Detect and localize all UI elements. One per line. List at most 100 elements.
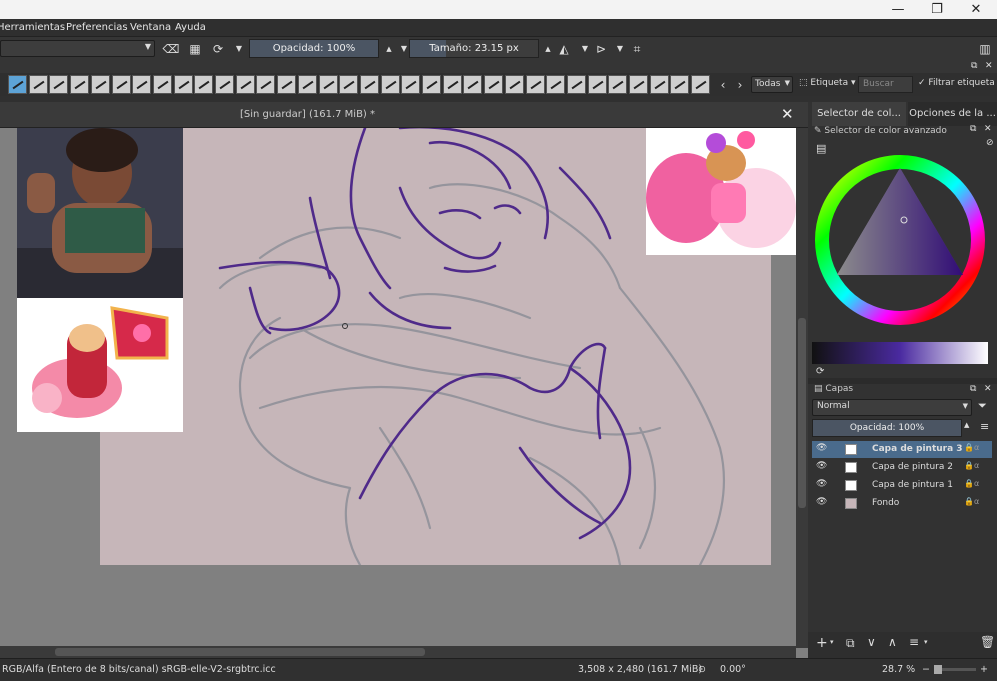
brush-preset-icon[interactable] (111, 75, 131, 94)
color-wheel[interactable] (812, 152, 988, 328)
reset-icon[interactable]: ⟳ (209, 40, 227, 58)
brush-preset-combo[interactable]: ▼ (0, 40, 155, 57)
menu-ayuda[interactable]: Ayuda (175, 22, 206, 33)
brush-preset-icon[interactable] (173, 75, 193, 94)
layer-properties-icon[interactable]: ≡ (909, 635, 919, 649)
float-icon[interactable]: ⧉ (970, 124, 976, 134)
brush-preset-icon[interactable] (546, 75, 566, 94)
filter-tag-checkbox[interactable]: ✓ Filtrar etiqueta (918, 78, 995, 88)
brush-preset-icon[interactable] (132, 75, 152, 94)
brush-preset-icon[interactable] (277, 75, 297, 94)
reference-character-pink[interactable] (646, 128, 796, 255)
brush-preset-icon[interactable] (70, 75, 90, 94)
brush-preset-icon[interactable] (235, 75, 255, 94)
opacity-stepper-icon[interactable]: ▲ (964, 421, 969, 429)
layer-opacity-slider[interactable]: Opacidad: 100% (812, 419, 962, 437)
menu-ventana[interactable]: Ventana (130, 22, 171, 33)
filter-icon[interactable]: ⏷ (978, 399, 987, 413)
chevron-right-icon[interactable]: › (731, 76, 749, 94)
lock-icon[interactable]: 🔒α (964, 479, 979, 488)
blend-mode-combo[interactable]: Normal ▼ (812, 399, 972, 416)
minimize-icon[interactable]: — (878, 0, 918, 19)
tab-color-selector[interactable]: Selector de col... (812, 102, 906, 126)
brush-preset-icon[interactable] (442, 75, 462, 94)
zoom-in-icon[interactable]: + (980, 664, 988, 675)
brush-preset-icon[interactable] (256, 75, 276, 94)
layer-row[interactable]: 👁 Capa de pintura 1 🔒α (812, 477, 992, 494)
brush-preset-icon[interactable] (152, 75, 172, 94)
brush-preset-icon[interactable] (463, 75, 483, 94)
close-icon[interactable]: ✕ (984, 384, 992, 394)
preserve-alpha-icon[interactable]: ▦ (186, 40, 204, 58)
reference-photo[interactable] (17, 128, 183, 298)
tab-tool-options[interactable]: Opciones de la ... (908, 102, 997, 126)
chevron-down-icon[interactable]: ▼ (611, 40, 629, 58)
chevron-down-icon[interactable]: ▾ (830, 638, 834, 646)
zoom-slider-handle[interactable] (934, 665, 942, 674)
document-tab[interactable]: [Sin guardar] (161.7 MiB) * ✕ (0, 102, 808, 128)
canvas-area[interactable]: [Sin guardar] (161.7 MiB) * ✕ (0, 102, 808, 658)
move-layer-down-icon[interactable]: ∨ (867, 635, 876, 649)
horizontal-scrollbar[interactable] (0, 646, 796, 658)
eraser-icon[interactable]: ⌫ (162, 40, 180, 58)
mirror-horizontal-icon[interactable]: ◭ (555, 40, 573, 58)
chevron-down-icon[interactable]: ▾ (924, 638, 928, 646)
mirror-vertical-icon[interactable]: ⊳ (592, 40, 610, 58)
visibility-icon[interactable]: 👁 (816, 443, 827, 453)
brush-preset-icon[interactable] (525, 75, 545, 94)
search-input[interactable]: Buscar (858, 76, 913, 93)
color-settings-icon[interactable]: ⊘ (986, 138, 994, 148)
delete-layer-icon[interactable]: 🗑 (980, 635, 995, 649)
menu-herramientas[interactable]: Herramientas (0, 22, 65, 33)
brush-preset-icon[interactable] (670, 75, 690, 94)
brush-preset-icon[interactable] (380, 75, 400, 94)
brush-preset-icon[interactable] (49, 75, 69, 94)
vertical-scrollbar[interactable] (796, 128, 808, 648)
zoom-out-icon[interactable]: − (922, 664, 930, 675)
brush-preset-icon[interactable] (215, 75, 234, 94)
layer-row[interactable]: 👁 Capa de pintura 2 🔒α (812, 459, 992, 476)
color-history-bar[interactable] (812, 342, 988, 364)
size-slider[interactable]: Tamaño: 23.15 px (409, 39, 539, 58)
brush-preset-icon[interactable] (28, 75, 48, 94)
layer-menu-icon[interactable]: ≡ (980, 420, 989, 433)
visibility-icon[interactable]: 👁 (816, 497, 827, 507)
brush-preset-icon[interactable] (608, 75, 628, 94)
layer-row[interactable]: 👁 Fondo 🔒α (812, 495, 992, 512)
brush-preset-icon[interactable] (691, 75, 711, 94)
brush-preset-icon[interactable] (504, 75, 524, 94)
float-icon[interactable]: ⧉ (970, 384, 976, 394)
brush-preset-icon[interactable] (318, 75, 338, 94)
brush-preset-icon[interactable] (297, 75, 317, 94)
lock-icon[interactable]: 🔒α (964, 497, 979, 506)
brush-preset-icon[interactable] (629, 75, 648, 94)
brush-preset-icon[interactable] (194, 75, 214, 94)
maximize-icon[interactable]: ❐ (917, 0, 957, 19)
rotation-icon[interactable]: ⊙ (698, 664, 706, 675)
chevron-left-icon[interactable]: ‹ (714, 76, 732, 94)
brush-preset-icon[interactable] (90, 75, 110, 94)
close-icon[interactable]: ✕ (984, 124, 992, 134)
brush-preset-icon[interactable] (8, 75, 27, 94)
close-icon[interactable]: ✕ (985, 61, 993, 71)
lock-icon[interactable]: 🔒α (964, 443, 979, 452)
layer-row[interactable]: 👁 Capa de pintura 3 🔒α (812, 441, 992, 458)
docker-toggle-icon[interactable]: ▥ (976, 40, 994, 58)
move-layer-up-icon[interactable]: ∧ (888, 635, 897, 649)
visibility-icon[interactable]: 👁 (816, 461, 827, 471)
reference-character-red[interactable] (17, 298, 183, 432)
tag-button[interactable]: ⬚ Etiqueta ▾ (799, 78, 856, 88)
brush-preset-icon[interactable] (401, 75, 421, 94)
vertical-scroll-thumb[interactable] (798, 318, 806, 508)
menu-preferencias[interactable]: Preferencias (66, 22, 128, 33)
close-window-icon[interactable]: ✕ (956, 0, 996, 19)
horizontal-scroll-thumb[interactable] (55, 648, 425, 656)
duplicate-layer-icon[interactable]: ⧉ (846, 636, 855, 651)
brush-preset-icon[interactable] (566, 75, 586, 94)
chevron-down-icon[interactable]: ▼ (230, 40, 248, 58)
lock-icon[interactable]: 🔒α (964, 461, 979, 470)
brush-preset-icon[interactable] (587, 75, 607, 94)
brush-preset-icon[interactable] (422, 75, 441, 94)
tag-filter-combo[interactable]: Todas ▼ (751, 76, 793, 93)
close-document-icon[interactable]: ✕ (781, 105, 794, 123)
